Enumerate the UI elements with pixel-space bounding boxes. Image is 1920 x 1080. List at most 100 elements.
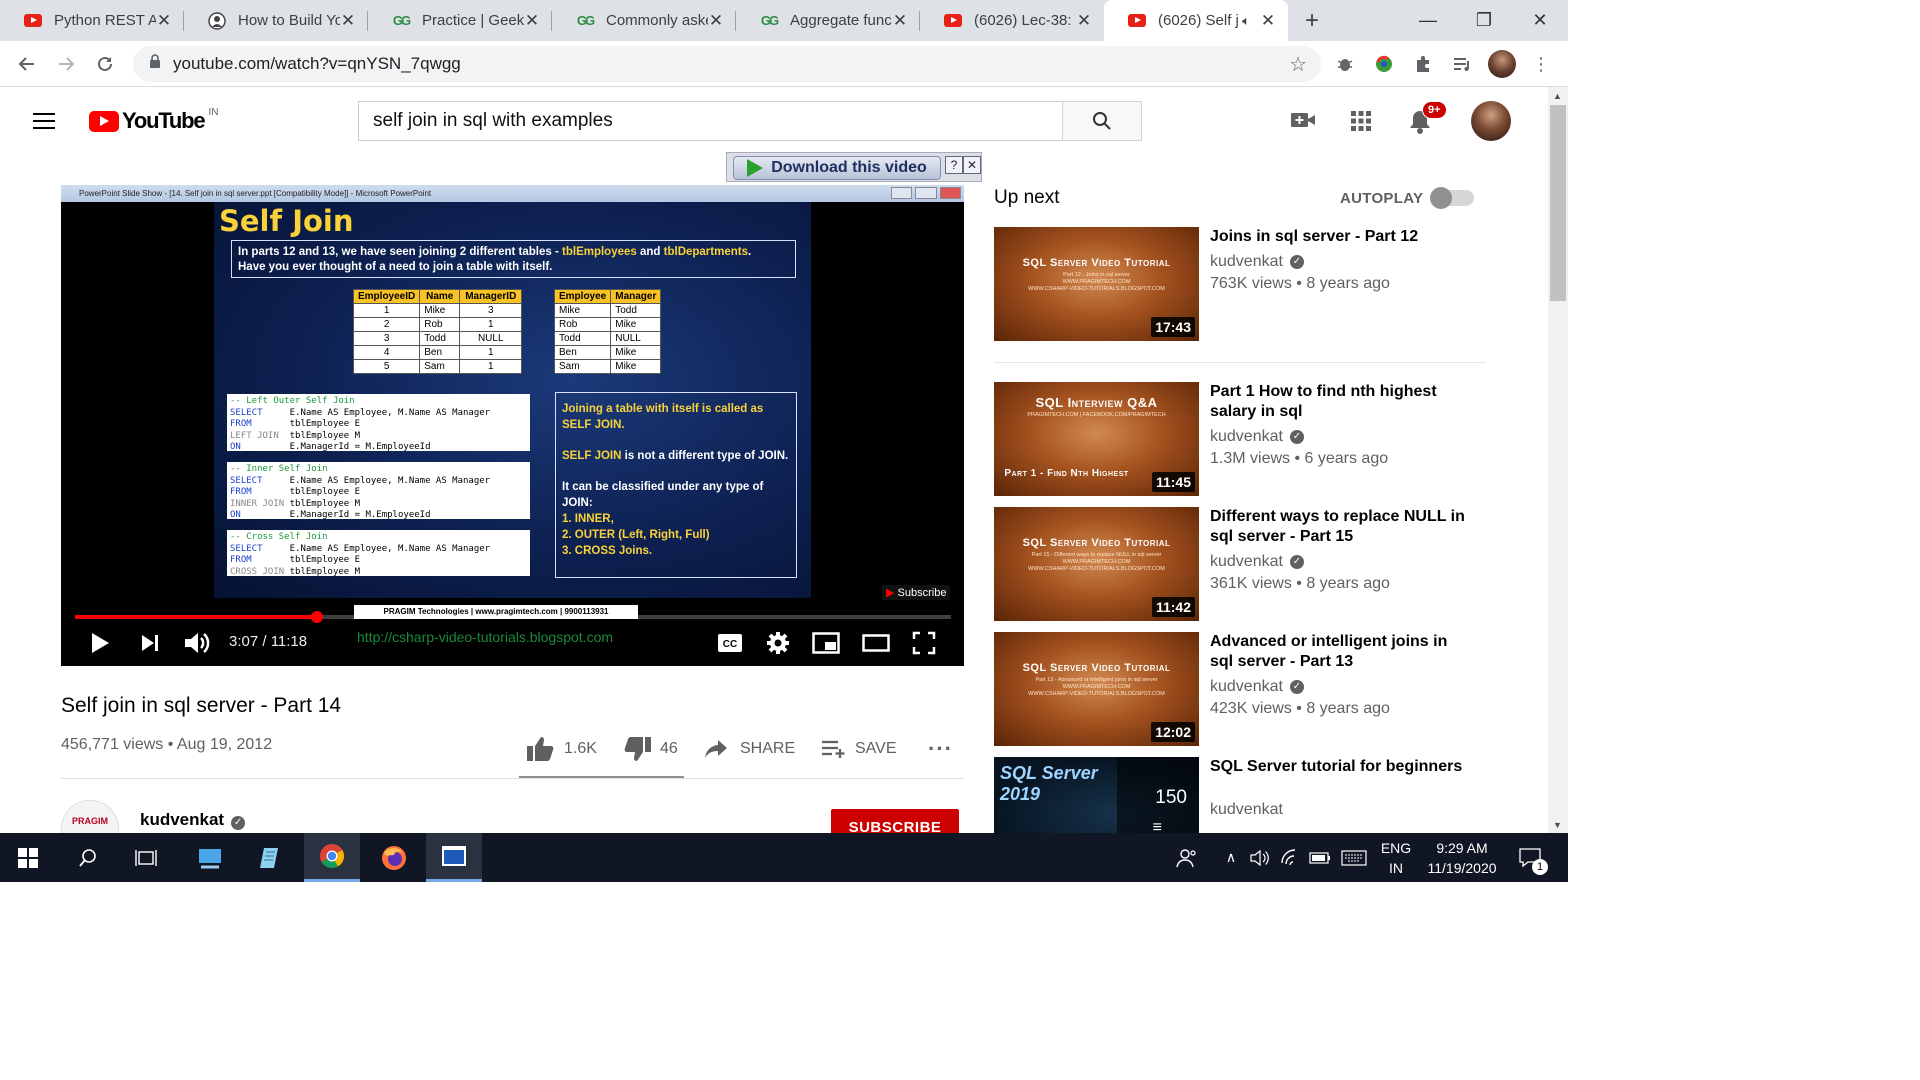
browser-tab[interactable]: GG Practice | Geeks ✕ [368,0,552,41]
video-player[interactable]: PowerPoint Slide Show - [14. Self join i… [61,185,964,666]
recommended-video[interactable]: SQL Interview Q&A PRAGIMTECH.COM | FACEB… [994,382,1494,496]
forward-button[interactable] [46,44,86,84]
apps-grid-icon[interactable] [1350,110,1372,137]
hamburger-menu-icon[interactable] [32,111,56,131]
more-actions-button[interactable]: ··· [928,735,953,763]
miniplayer-button[interactable] [811,629,841,657]
search-query-text: self join in sql with examples [373,110,613,131]
browser-tab[interactable]: GG Aggregate funct ✕ [736,0,920,41]
battery-icon[interactable] [1306,833,1334,882]
browser-tab[interactable]: Python REST API ✕ [0,0,184,41]
extension-bug-icon[interactable] [1334,53,1356,75]
search-button[interactable] [1062,101,1142,141]
video-thumbnail[interactable]: SQL Interview Q&A PRAGIMTECH.COM | FACEB… [994,382,1199,496]
recommended-video[interactable]: SQL Server Video Tutorial Part 12 - Join… [994,227,1494,341]
left-outer-join-code: -- Left Outer Self Join SELECT E.Name AS… [227,394,530,452]
save-button[interactable]: SAVE [821,735,897,763]
close-tab-icon[interactable]: ✕ [340,11,356,31]
video-thumbnail[interactable]: SQL Server Video Tutorial Part 13 - Adva… [994,632,1199,746]
tab-title: (6026) Self j [1158,12,1239,29]
tab-title: Python REST API [54,12,156,29]
bookmark-star-icon[interactable]: ☆ [1289,52,1307,77]
play-button[interactable] [87,629,113,657]
minimize-button[interactable]: — [1400,0,1456,41]
like-button[interactable]: 1.6K [526,735,597,763]
account-avatar[interactable] [1471,101,1511,141]
scrollbar-thumb[interactable] [1550,105,1566,301]
address-bar[interactable]: youtube.com/watch?v=qnYSN_7qwgg ☆ [133,46,1321,82]
create-video-icon[interactable] [1290,110,1316,135]
table-row: Todd NULL [553,331,662,346]
volume-button[interactable] [181,629,213,657]
close-tab-icon[interactable]: ✕ [1076,11,1092,31]
restore-button[interactable]: ❐ [1456,0,1512,41]
fullscreen-button[interactable] [910,629,938,657]
browser-tab[interactable]: How to Build Yo ✕ [184,0,368,41]
notifications-badge: 9+ [1422,101,1447,119]
speaker-icon[interactable]: 🔈︎ [1242,13,1250,29]
geeksforgeeks-icon: GG [760,13,779,28]
close-tab-icon[interactable]: ✕ [524,11,540,31]
subscribe-watermark[interactable]: ▶ Subscribe [882,585,951,600]
thumbs-up-icon [527,737,554,761]
people-icon[interactable] [1162,833,1212,882]
search-input[interactable]: self join in sql with examples [358,101,1063,141]
download-help-button[interactable]: ? [945,156,963,174]
reload-button[interactable] [85,44,125,84]
browser-tab-active[interactable]: (6026) Self j 🔈︎ ✕ [1104,0,1288,41]
video-thumbnail[interactable]: SQL Server Video Tutorial Part 15 - Diff… [994,507,1199,621]
close-tab-icon[interactable]: ✕ [156,11,172,31]
theater-mode-button[interactable] [861,629,891,657]
extensions-puzzle-icon[interactable] [1412,53,1434,75]
show-hidden-icons-chevron-up-icon[interactable]: ∧ [1216,833,1246,882]
close-tab-icon[interactable]: ✕ [708,11,724,31]
browser-tab[interactable]: GG Commonly aske ✕ [552,0,736,41]
profile-avatar-icon[interactable] [1488,50,1516,78]
system-clock[interactable]: 9:29 AM 11/19/2020 [1418,838,1506,878]
close-window-button[interactable]: ✕ [1512,0,1568,41]
scroll-up-arrow-icon[interactable]: ▲ [1553,91,1562,101]
chrome-taskbar-icon[interactable] [304,833,360,882]
back-button[interactable] [7,44,47,84]
scrubber-handle[interactable] [311,611,323,623]
extension-globe-icon[interactable] [1373,53,1395,75]
autoplay-toggle[interactable] [1430,187,1474,209]
wifi-icon[interactable] [1276,833,1304,882]
share-button[interactable]: SHARE [704,735,795,763]
browser-tab[interactable]: (6026) Lec-38: S ✕ [920,0,1104,41]
new-tab-button[interactable]: + [1292,0,1332,41]
playlist-thumbnail[interactable]: SQL Server 2019 150 ≡ [994,757,1199,833]
firefox-taskbar-icon[interactable] [366,833,422,882]
youtube-logo[interactable]: YouTube IN [89,107,218,134]
slide-intro: In parts 12 and 13, we have seen joining… [231,240,796,278]
next-button[interactable] [137,629,163,657]
scroll-down-arrow-icon[interactable]: ▼ [1553,820,1562,830]
recommended-video[interactable]: SQL Server Video Tutorial Part 13 - Adva… [994,632,1494,746]
table-row: Rob Mike [553,317,662,332]
download-video-button[interactable]: Download this video [733,156,941,180]
close-tab-icon[interactable]: ✕ [1260,11,1276,31]
start-button[interactable] [0,833,56,882]
employee-table: EmployeeID Name ManagerID 1 Mike 3 2 Rob 1 3 To… [352,289,523,374]
channel-name[interactable]: kudvenkat ✓ [140,810,246,830]
volume-tray-icon[interactable] [1246,833,1274,882]
dislike-button[interactable]: 46 [624,735,678,763]
powerpoint-viewer-taskbar-icon[interactable] [426,833,482,882]
recommended-video[interactable]: SQL Server Video Tutorial Part 15 - Diff… [994,507,1494,621]
close-tab-icon[interactable]: ✕ [892,11,908,31]
recommended-playlist[interactable]: SQL Server 2019 150 ≡ SQL Server tutoria… [994,757,1494,833]
notepad-taskbar-icon[interactable] [242,833,298,882]
page-scrollbar[interactable]: ▲ ▼ [1548,87,1568,833]
this-pc-taskbar-icon[interactable] [182,833,238,882]
touch-keyboard-icon[interactable] [1338,833,1370,882]
video-thumbnail[interactable]: SQL Server Video Tutorial Part 12 - Join… [994,227,1199,341]
chrome-menu-icon[interactable]: ⋮ [1530,53,1552,75]
captions-button[interactable]: CC [716,629,744,657]
input-language[interactable]: ENG IN [1378,838,1414,878]
action-center-icon[interactable]: 1 [1510,833,1550,882]
settings-button[interactable] [764,629,792,657]
task-view-button[interactable] [118,833,174,882]
download-close-button[interactable]: ✕ [963,156,981,174]
media-control-icon[interactable] [1451,53,1473,75]
search-taskbar-button[interactable] [60,833,116,882]
